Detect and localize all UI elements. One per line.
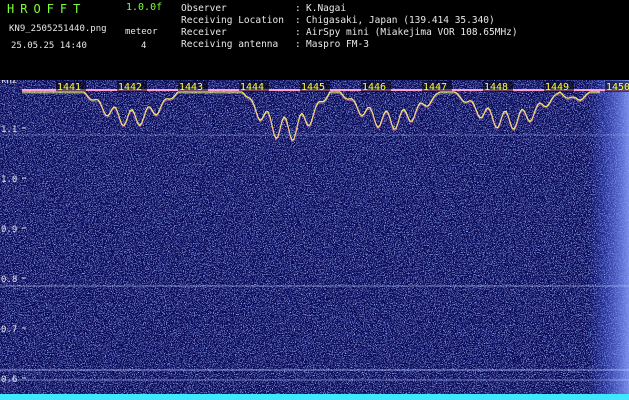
interference-band: [588, 80, 629, 400]
frequency-tick-label: 1.1: [1, 125, 17, 135]
observer-colon: :: [295, 3, 301, 14]
frequency-tick-label: 1.0: [1, 175, 17, 185]
header-panel: HROFFT 1.0.0f KN9_2505251440.png meteor …: [0, 0, 629, 80]
app-title: HROFFT: [7, 2, 87, 16]
frequency-tick-label: 0.7: [1, 325, 17, 335]
antenna-value: Maspro FM-3: [306, 39, 369, 50]
minute-label: 1442: [118, 82, 142, 93]
antenna-label: Receiving antenna: [181, 39, 279, 50]
receiver-label: Receiver: [181, 27, 227, 38]
bottom-signal-band: [0, 394, 629, 400]
minute-label: 1450: [606, 82, 629, 93]
minute-label: 1443: [179, 82, 203, 93]
unit-label: kHz: [1, 80, 17, 86]
location-colon: :: [295, 15, 301, 26]
location-label: Receiving Location: [181, 15, 284, 26]
minute-label: 1441: [57, 82, 81, 93]
minute-label: 1446: [362, 82, 386, 93]
meteor-label: meteor: [125, 27, 158, 37]
meteor-count: 4: [141, 41, 147, 51]
frequency-tick-label: 0.6: [1, 375, 17, 385]
minute-label: 1445: [301, 82, 325, 93]
spectrogram-bright-noise: [0, 80, 629, 400]
version-label: 1.0.0f: [126, 2, 163, 13]
spectrogram: kHz 1.1 1.0 0.9 0.8 0.7 0.6 1441 1442 1443 1444 14…: [0, 80, 629, 400]
minute-label: 1449: [545, 82, 569, 93]
minute-label: 1444: [240, 82, 264, 93]
filename-label: KN9_2505251440.png: [9, 24, 107, 34]
observer-label: Observer: [181, 3, 227, 14]
minute-label: 1448: [484, 82, 508, 93]
receiver-value: AirSpy mini (Miakejima VOR 108.65MHz): [306, 27, 518, 38]
receiver-colon: :: [295, 27, 301, 38]
minute-label: 1447: [423, 82, 447, 93]
location-value: Chigasaki, Japan (139.414 35.340): [306, 15, 495, 26]
datetime-label: 25.05.25 14:40: [11, 41, 87, 51]
observer-value: K.Nagai: [306, 3, 347, 14]
antenna-colon: :: [295, 39, 301, 50]
frequency-tick-label: 0.9: [1, 225, 17, 235]
frequency-tick-label: 0.8: [1, 275, 17, 285]
